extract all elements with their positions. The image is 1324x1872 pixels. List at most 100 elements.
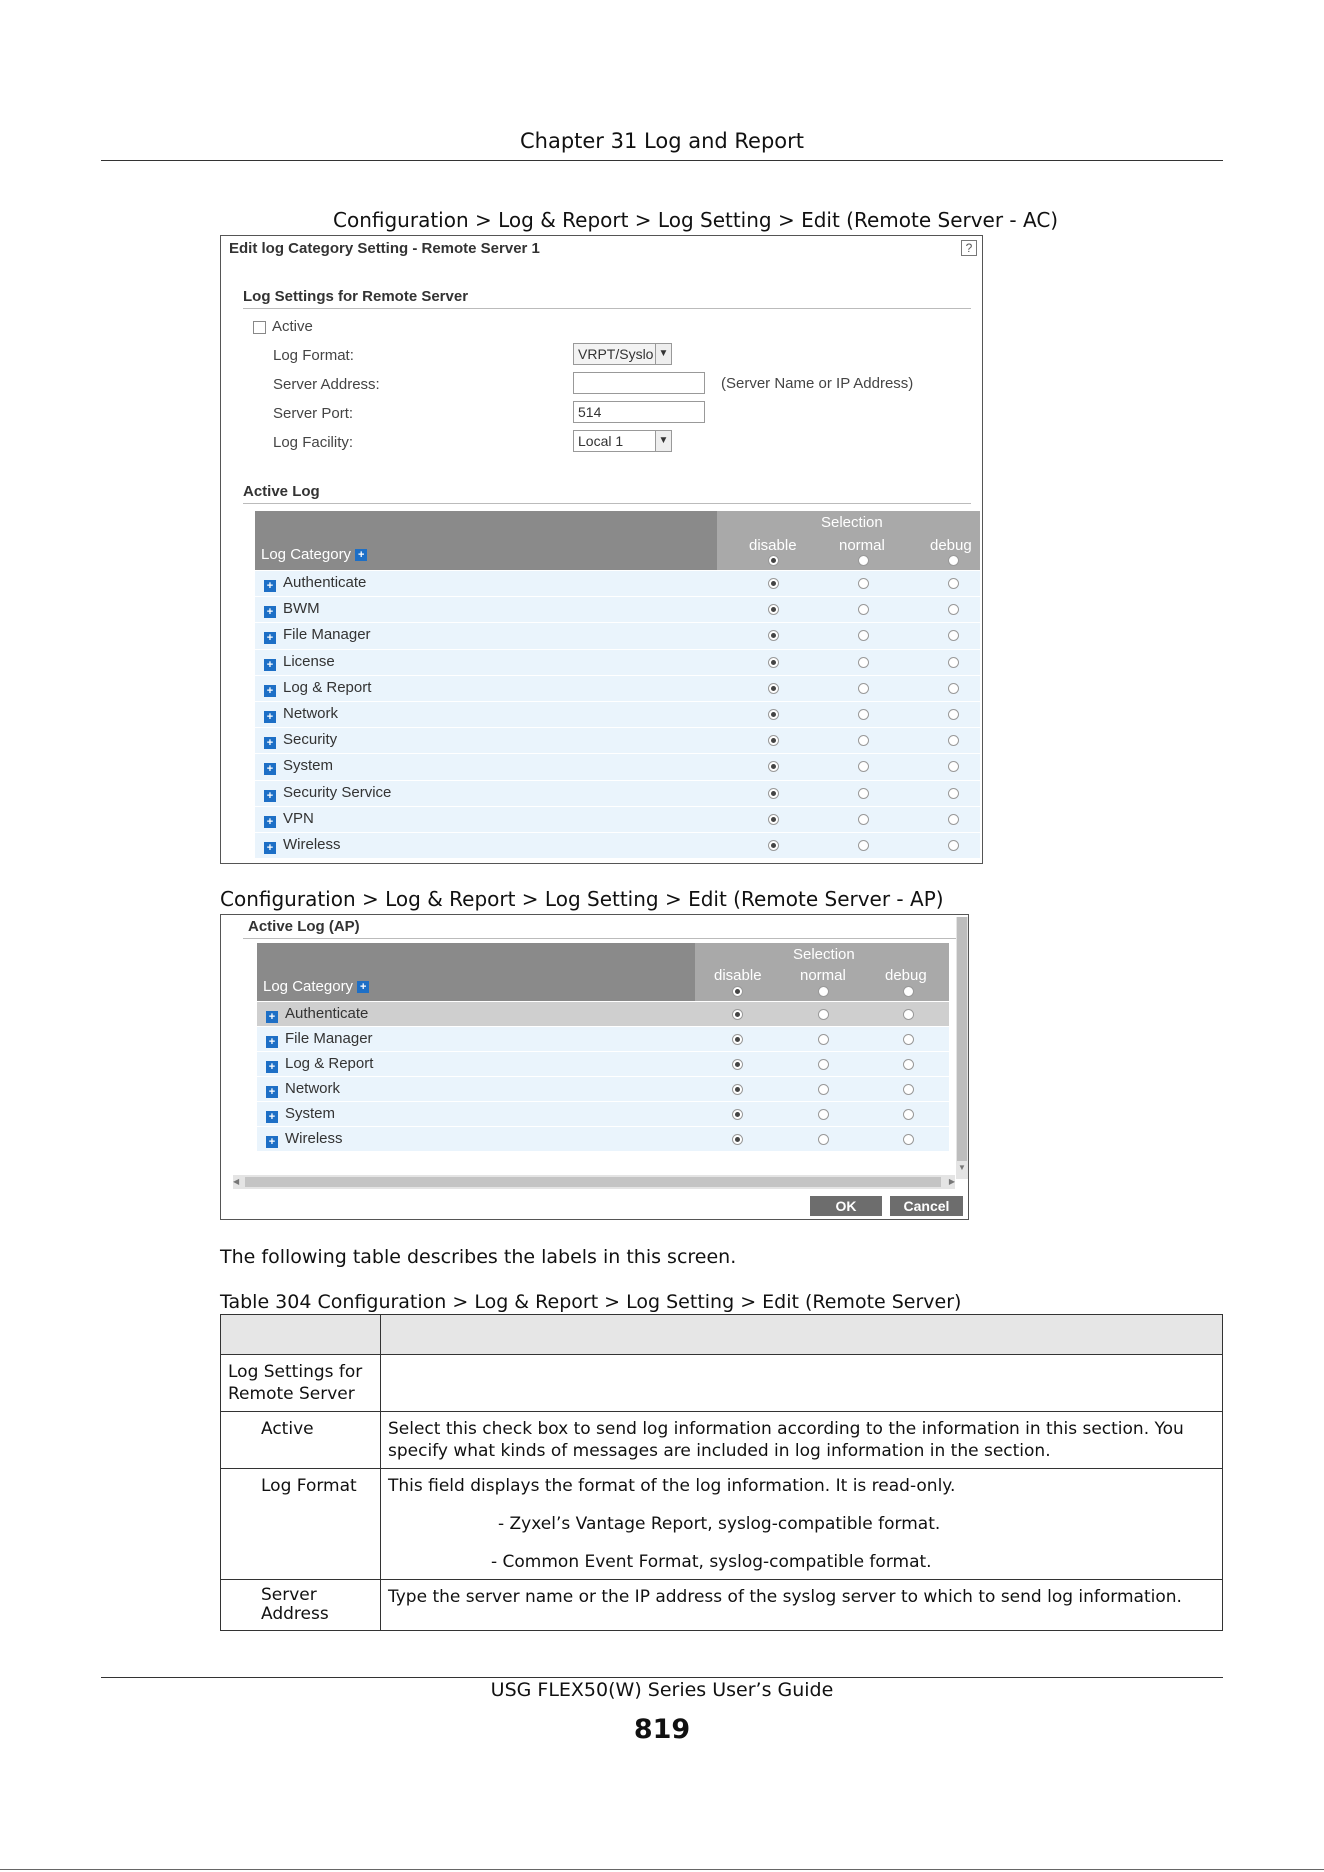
scroll-down-icon[interactable]: ▼ [957, 1163, 967, 1172]
radio-normal[interactable] [858, 813, 869, 825]
radio-disable[interactable] [732, 1008, 743, 1020]
radio-debug[interactable] [948, 840, 959, 852]
radio-disable[interactable] [768, 604, 779, 616]
radio-disable[interactable] [768, 840, 779, 852]
radio-disable[interactable] [768, 813, 779, 825]
table-row[interactable]: + File Manager [255, 623, 980, 650]
table-row[interactable]: + System [257, 1102, 949, 1127]
header-radio-normal[interactable] [818, 986, 829, 997]
radio-normal[interactable] [818, 1083, 829, 1095]
header-radio-debug[interactable] [948, 555, 959, 566]
table-row[interactable]: + VPN [255, 806, 980, 833]
col-normal[interactable]: normal [839, 537, 885, 554]
radio-debug[interactable] [903, 1108, 914, 1120]
scroll-left-icon[interactable]: ◀ [233, 1177, 239, 1186]
radio-normal[interactable] [858, 656, 869, 668]
radio-disable[interactable] [768, 735, 779, 747]
radio-debug[interactable] [948, 761, 959, 773]
radio-normal[interactable] [818, 1108, 829, 1120]
scroll-right-icon[interactable]: ▶ [949, 1177, 955, 1186]
radio-debug[interactable] [948, 735, 959, 747]
header-radio-disable[interactable] [768, 555, 779, 566]
table-row[interactable]: + License [255, 649, 980, 676]
help-icon[interactable]: ? [961, 240, 977, 256]
expand-icon[interactable]: + [264, 842, 276, 855]
header-radio-disable[interactable] [732, 986, 743, 997]
radio-debug[interactable] [948, 630, 959, 642]
radio-disable[interactable] [768, 682, 779, 694]
radio-normal[interactable] [818, 1133, 829, 1145]
vertical-scrollbar[interactable]: ▼ [956, 917, 968, 1179]
radio-normal[interactable] [858, 840, 869, 852]
expand-icon[interactable]: + [264, 815, 276, 828]
radio-normal[interactable] [818, 1058, 829, 1070]
radio-disable[interactable] [768, 709, 779, 721]
radio-disable[interactable] [732, 1058, 743, 1070]
scrollbar-thumb[interactable] [245, 1177, 941, 1187]
log-format-select[interactable]: VRPT/Syslо ▼ [573, 343, 672, 365]
radio-disable[interactable] [732, 1083, 743, 1095]
radio-debug[interactable] [903, 1083, 914, 1095]
active-checkbox[interactable] [253, 321, 266, 334]
table-row[interactable]: + Wireless [255, 833, 980, 860]
radio-normal[interactable] [858, 787, 869, 799]
expand-icon[interactable]: + [266, 1010, 278, 1023]
table-row[interactable]: + Authenticate [257, 1002, 949, 1027]
table-row[interactable]: + Network [255, 702, 980, 729]
col-disable[interactable]: disable [749, 537, 797, 554]
radio-normal[interactable] [818, 1008, 829, 1020]
expand-icon[interactable]: + [266, 1035, 278, 1048]
table-row[interactable]: + Log & Report [257, 1052, 949, 1077]
table-row[interactable]: + System [255, 754, 980, 781]
radio-normal[interactable] [858, 761, 869, 773]
server-address-input[interactable] [573, 372, 705, 394]
radio-disable[interactable] [768, 578, 779, 590]
radio-debug[interactable] [903, 1033, 914, 1045]
expand-icon[interactable]: + [264, 789, 276, 802]
radio-debug[interactable] [948, 682, 959, 694]
radio-debug[interactable] [903, 1008, 914, 1020]
radio-debug[interactable] [948, 709, 959, 721]
radio-debug[interactable] [948, 578, 959, 590]
expand-icon[interactable]: + [264, 606, 276, 619]
table-row[interactable]: + Authenticate [255, 571, 980, 598]
radio-debug[interactable] [948, 604, 959, 616]
radio-disable[interactable] [768, 787, 779, 799]
expand-icon[interactable]: + [264, 684, 276, 697]
radio-normal[interactable] [818, 1033, 829, 1045]
radio-debug[interactable] [948, 813, 959, 825]
radio-normal[interactable] [858, 735, 869, 747]
expand-icon[interactable]: + [264, 580, 276, 593]
expand-icon[interactable]: + [264, 711, 276, 724]
radio-normal[interactable] [858, 709, 869, 721]
expand-icon[interactable]: + [266, 1085, 278, 1098]
table-row[interactable]: + Security Service [255, 780, 980, 807]
radio-debug[interactable] [948, 656, 959, 668]
radio-debug[interactable] [903, 1058, 914, 1070]
expand-icon[interactable]: + [264, 658, 276, 671]
server-port-input[interactable]: 514 [573, 401, 705, 423]
col-debug[interactable]: debug [885, 967, 927, 984]
radio-normal[interactable] [858, 578, 869, 590]
radio-disable[interactable] [732, 1108, 743, 1120]
col-debug[interactable]: debug [930, 537, 972, 554]
radio-normal[interactable] [858, 630, 869, 642]
expand-icon[interactable]: + [264, 632, 276, 645]
radio-disable[interactable] [732, 1033, 743, 1045]
cancel-button[interactable]: Cancel [890, 1196, 963, 1216]
table-row[interactable]: + Log & Report [255, 675, 980, 702]
header-radio-debug[interactable] [903, 986, 914, 997]
table-row[interactable]: + BWM [255, 597, 980, 624]
radio-disable[interactable] [768, 656, 779, 668]
radio-disable[interactable] [732, 1133, 743, 1145]
radio-disable[interactable] [768, 630, 779, 642]
expand-all-icon[interactable]: + [355, 549, 368, 562]
expand-icon[interactable]: + [264, 737, 276, 750]
radio-normal[interactable] [858, 604, 869, 616]
expand-icon[interactable]: + [266, 1135, 278, 1148]
radio-normal[interactable] [858, 682, 869, 694]
col-disable[interactable]: disable [714, 967, 762, 984]
ok-button[interactable]: OK [810, 1196, 882, 1216]
table-row[interactable]: + Wireless [257, 1127, 949, 1152]
table-row[interactable]: + Security [255, 728, 980, 755]
